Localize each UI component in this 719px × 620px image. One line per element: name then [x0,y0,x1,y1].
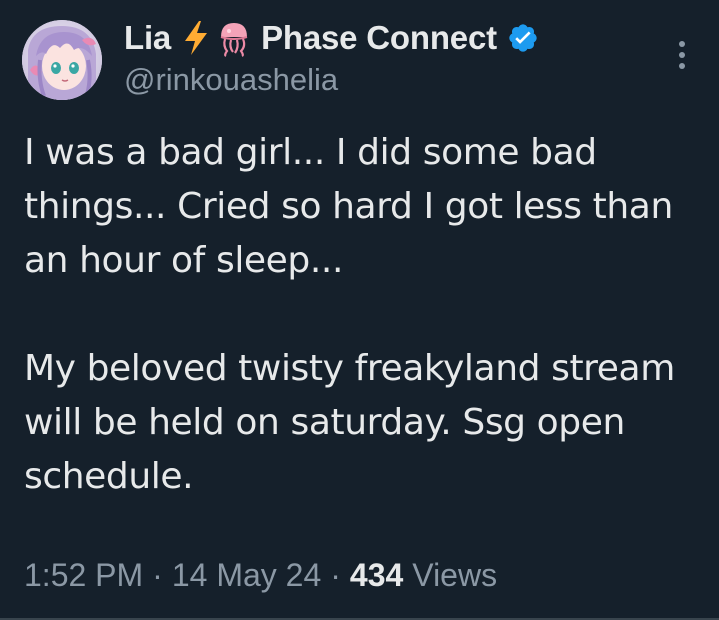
tweet-time[interactable]: 1:52 PM [24,557,143,594]
tweet-paragraph-2: My beloved twisty freakyland stream will… [24,348,675,497]
jellyfish-emoji-icon [217,19,251,57]
tweet-meta: 1:52 PM · 14 May 24 · 434 Views [24,552,497,598]
tweet-card: Lia Phase Connect @rinkouashelia I was a… [0,0,719,620]
tweet-paragraph-1: I was a bad girl... I did some bad thing… [24,132,673,281]
author-handle[interactable]: @rinkouashelia [124,62,338,98]
affiliation-name[interactable]: Phase Connect [261,19,497,57]
tweet-date[interactable]: 14 May 24 [172,557,321,594]
more-vertical-icon[interactable] [672,38,692,72]
avatar[interactable] [22,20,102,100]
views-label[interactable]: Views [412,557,497,594]
meta-separator: · [330,556,341,593]
tweet-text: I was a bad girl... I did some bad thing… [24,126,704,504]
display-name[interactable]: Lia [124,19,171,57]
meta-separator: · [152,556,163,593]
verified-badge-icon[interactable] [507,22,539,54]
author-name-row: Lia Phase Connect [124,16,539,60]
lightning-emoji-icon [179,19,213,57]
views-count[interactable]: 434 [350,557,403,594]
anime-girl-avatar-icon [22,20,102,100]
